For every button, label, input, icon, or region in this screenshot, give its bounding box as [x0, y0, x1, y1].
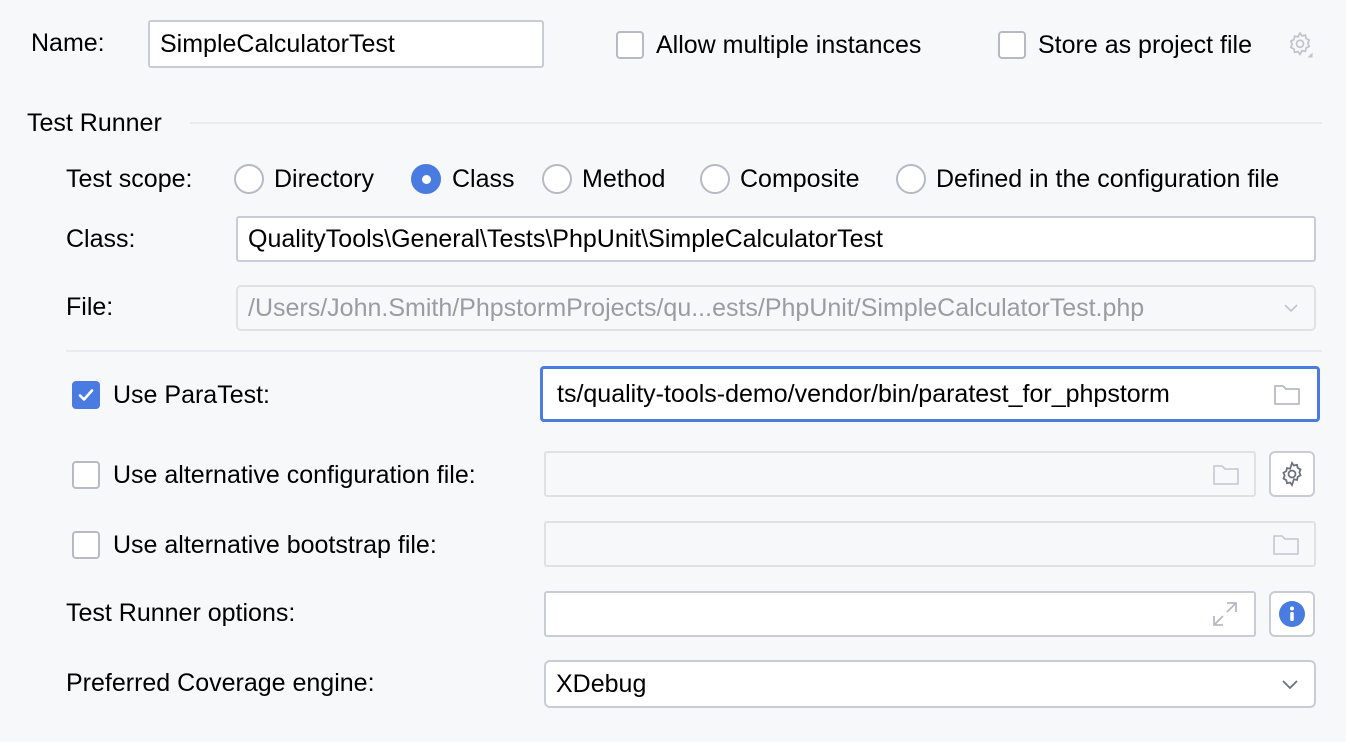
expand-icon[interactable] [1210, 599, 1240, 629]
runner-options-input[interactable] [544, 591, 1256, 637]
class-input-value: QualityTools\General\Tests\PhpUnit\Simpl… [248, 225, 883, 253]
use-paratest-checkbox[interactable] [72, 381, 100, 409]
gear-icon[interactable] [1285, 30, 1315, 65]
name-input[interactable]: SimpleCalculatorTest [148, 20, 544, 68]
name-input-value: SimpleCalculatorTest [160, 30, 395, 58]
allow-multiple-instances-checkbox[interactable] [616, 31, 644, 59]
gear-icon [1282, 461, 1302, 487]
coverage-label: Preferred Coverage engine: [66, 669, 375, 697]
runner-options-label: Test Runner options: [66, 599, 296, 627]
name-label: Name: [31, 29, 105, 57]
config-settings-button[interactable] [1269, 451, 1315, 497]
section-title: Test Runner [27, 109, 162, 137]
chevron-down-icon [1280, 677, 1300, 691]
scope-radio-composite[interactable] [700, 164, 730, 194]
runner-options-info-button[interactable] [1269, 591, 1315, 637]
scope-radio-config-file[interactable] [896, 164, 926, 194]
alt-bootstrap-checkbox[interactable] [72, 531, 100, 559]
paratest-path-input[interactable]: ts/quality-tools-demo/vendor/bin/parates… [540, 366, 1320, 422]
scope-radio-method[interactable] [542, 164, 572, 194]
coverage-engine-value: XDebug [556, 670, 647, 698]
store-as-project-file-label[interactable]: Store as project file [1038, 30, 1252, 60]
folder-icon [1272, 532, 1300, 556]
scope-label-config-file[interactable]: Defined in the configuration file [936, 164, 1279, 194]
chevron-down-icon [1282, 302, 1300, 314]
coverage-engine-dropdown[interactable]: XDebug [544, 660, 1316, 708]
class-label: Class: [66, 225, 136, 253]
scope-label-directory[interactable]: Directory [274, 164, 374, 194]
scope-radio-class[interactable] [411, 164, 441, 194]
divider [66, 350, 1322, 352]
alt-config-checkbox[interactable] [72, 461, 100, 489]
paratest-path-value: ts/quality-tools-demo/vendor/bin/parates… [557, 380, 1170, 408]
scope-label-composite[interactable]: Composite [740, 164, 860, 194]
alt-config-input [544, 451, 1256, 497]
alt-config-label[interactable]: Use alternative configuration file: [113, 460, 476, 490]
section-divider [190, 122, 1322, 124]
scope-radio-directory[interactable] [234, 164, 264, 194]
alt-bootstrap-label[interactable]: Use alternative bootstrap file: [113, 530, 437, 560]
alt-bootstrap-input [544, 521, 1316, 567]
checkmark-icon [78, 389, 94, 401]
scope-label-class[interactable]: Class [452, 164, 515, 194]
scope-label-method[interactable]: Method [582, 164, 665, 194]
test-scope-label: Test scope: [66, 165, 193, 193]
store-as-project-file-checkbox[interactable] [998, 31, 1026, 59]
folder-icon [1212, 462, 1240, 486]
info-icon [1279, 601, 1305, 627]
file-dropdown: /Users/John.Smith/PhpstormProjects/qu...… [236, 285, 1316, 331]
file-label: File: [66, 293, 114, 321]
class-input[interactable]: QualityTools\General\Tests\PhpUnit\Simpl… [236, 216, 1316, 262]
use-paratest-label[interactable]: Use ParaTest: [113, 380, 270, 410]
folder-icon[interactable] [1273, 382, 1301, 406]
allow-multiple-instances-label[interactable]: Allow multiple instances [656, 30, 921, 60]
file-dropdown-value: /Users/John.Smith/PhpstormProjects/qu...… [248, 294, 1145, 322]
